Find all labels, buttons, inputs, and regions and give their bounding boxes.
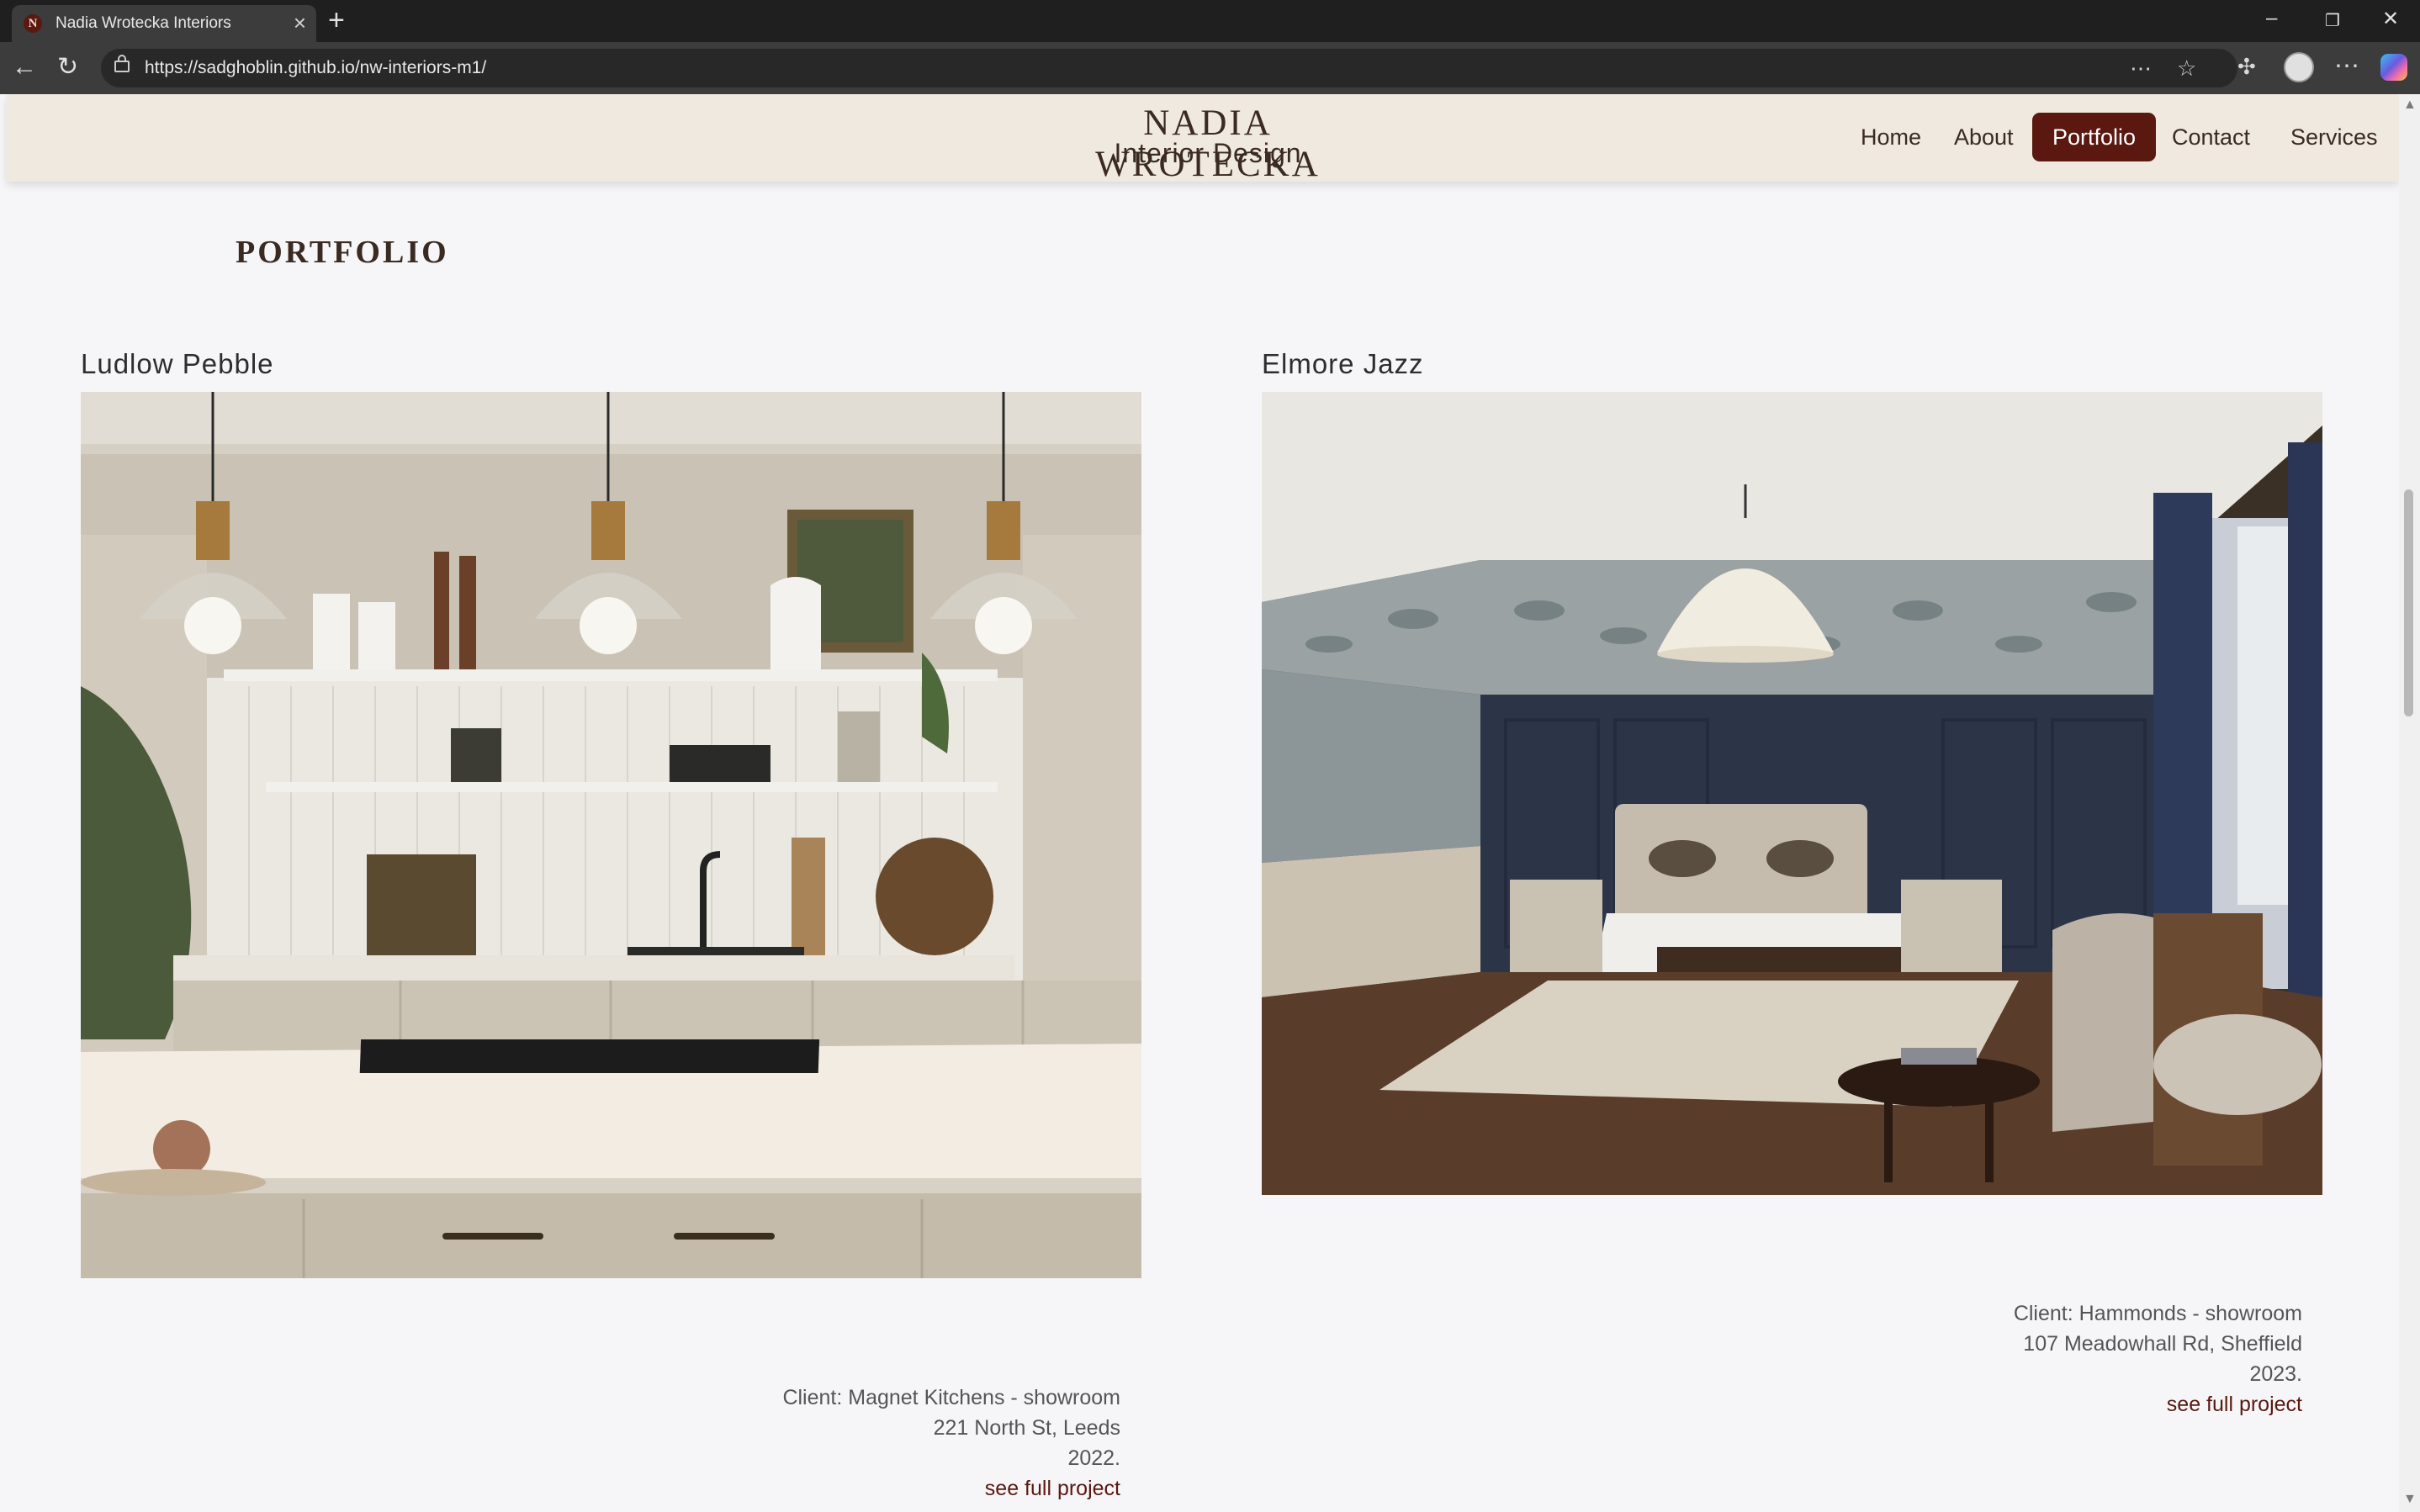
extensions-icon[interactable]: ✣	[2237, 52, 2256, 81]
restore-icon[interactable]: ❐	[2325, 10, 2340, 31]
nav-portfolio[interactable]: Portfolio	[2032, 113, 2157, 161]
nav-services[interactable]: Services	[2270, 113, 2398, 161]
tab-close-icon[interactable]: ×	[294, 11, 306, 34]
scroll-thumb[interactable]	[2404, 489, 2413, 716]
address-bar[interactable]: https://sadghoblin.github.io/nw-interior…	[101, 49, 2237, 87]
reload-icon[interactable]: ↻	[57, 53, 78, 82]
project-client: Client: Magnet Kitchens - showroom	[782, 1386, 1120, 1409]
bedroom-photo[interactable]	[1262, 392, 2322, 1195]
url-text: https://sadghoblin.github.io/nw-interior…	[145, 58, 487, 77]
back-icon[interactable]: ←	[12, 53, 37, 82]
site-header: NADIA WROTECKA Interior Design Home Abou…	[7, 94, 2399, 184]
project-title: Elmore Jazz	[1262, 348, 1424, 379]
nav-contact[interactable]: Contact	[2152, 113, 2270, 161]
see-full-project-link[interactable]: see full project	[1820, 1389, 2302, 1419]
page-title: PORTFOLIO	[236, 235, 449, 270]
browser-tab-strip: N Nadia Wrotecka Interiors × + – ❐ ✕	[0, 0, 2420, 42]
page-scrollbar[interactable]: ▲ ▼	[2399, 94, 2420, 1512]
tab-title: Nadia Wrotecka Interiors	[56, 14, 231, 32]
project-year: 2023.	[2249, 1362, 2302, 1386]
more-menu-icon[interactable]: ⋯	[2334, 52, 2359, 81]
project-title: Ludlow Pebble	[81, 348, 274, 379]
brand-tagline[interactable]: Interior Design	[1050, 138, 1366, 169]
site-favicon-icon: N	[24, 14, 42, 33]
page-actions-icon[interactable]: ⋯	[2130, 56, 2152, 82]
page-viewport: NADIA WROTECKA Interior Design Home Abou…	[0, 94, 2399, 1512]
nav-about[interactable]: About	[1934, 113, 2034, 161]
minimize-icon[interactable]: –	[2266, 7, 2277, 30]
project-year: 2022.	[1067, 1446, 1120, 1470]
scroll-up-icon[interactable]: ▲	[2403, 98, 2417, 113]
project-caption: Client: Hammonds - showroom 107 Meadowha…	[1820, 1298, 2302, 1419]
favorite-star-icon[interactable]: ☆	[2177, 56, 2196, 82]
see-full-project-link[interactable]: see full project	[639, 1473, 1120, 1504]
site-info-icon[interactable]	[114, 55, 130, 72]
new-tab-icon[interactable]: +	[328, 3, 345, 37]
nav-home[interactable]: Home	[1840, 113, 1941, 161]
scroll-down-icon[interactable]: ▼	[2403, 1492, 2417, 1507]
project-address: 107 Meadowhall Rd, Sheffield	[2023, 1332, 2302, 1356]
kitchen-photo[interactable]	[81, 392, 1141, 1278]
project-caption: Client: Magnet Kitchens - showroom 221 N…	[639, 1382, 1120, 1504]
browser-toolbar: ← ↻ https://sadghoblin.github.io/nw-inte…	[0, 42, 2420, 94]
project-client: Client: Hammonds - showroom	[2013, 1302, 2302, 1325]
browser-tab[interactable]: N Nadia Wrotecka Interiors ×	[12, 5, 316, 42]
copilot-icon[interactable]	[2380, 54, 2407, 81]
project-address: 221 North St, Leeds	[933, 1416, 1120, 1440]
window-close-icon[interactable]: ✕	[2382, 7, 2399, 31]
profile-avatar[interactable]	[2284, 52, 2314, 82]
